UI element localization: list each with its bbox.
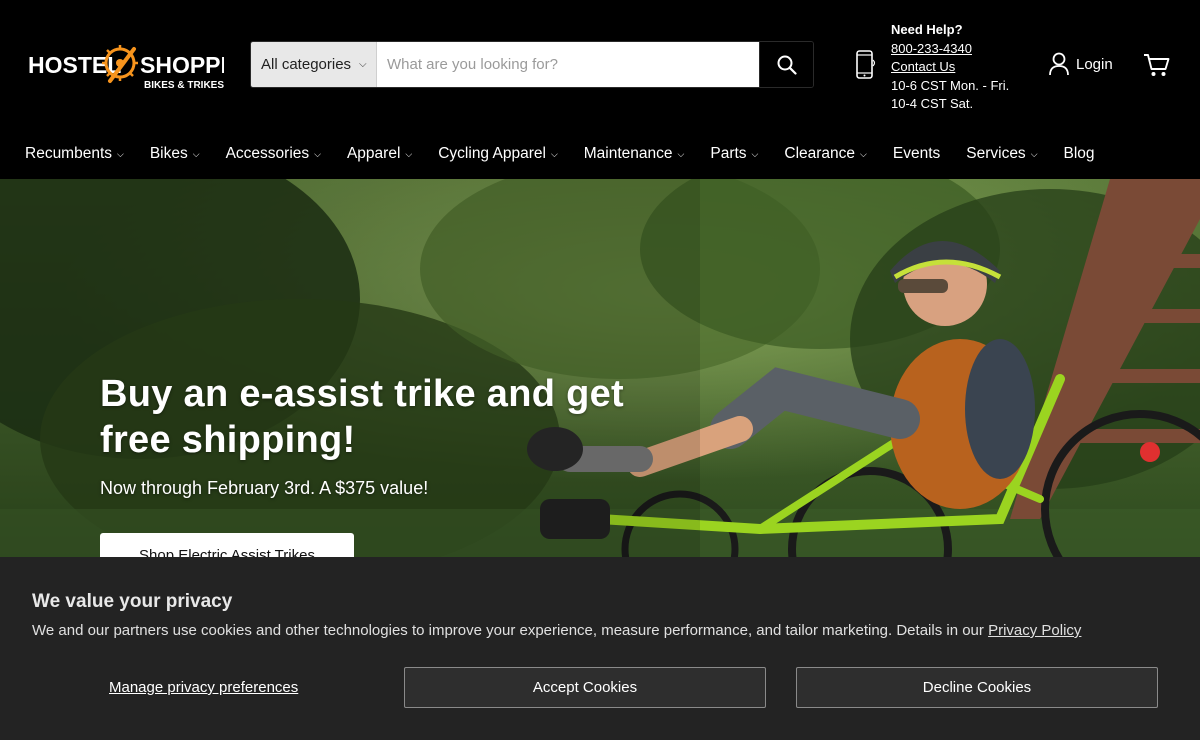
- logo-graphic: HOSTEL SHOPPE BIKES & TRIKES: [28, 45, 224, 91]
- search-button[interactable]: [759, 42, 813, 87]
- site-header: HOSTEL SHOPPE BIKES & TRIKES All categor…: [0, 0, 1200, 128]
- logo-name-right: SHOPPE: [140, 52, 224, 78]
- nav-label: Recumbents: [25, 144, 113, 162]
- nav-item-bikes[interactable]: Bikes ⌵: [150, 145, 200, 163]
- nav-label: Apparel: [346, 144, 401, 162]
- chevron-down-icon: ⌵: [117, 149, 124, 159]
- nav-item-maintenance[interactable]: Maintenance ⌵: [584, 145, 685, 163]
- nav-label: Services: [966, 144, 1026, 162]
- chevron-down-icon: ⌵: [550, 149, 558, 159]
- chevron-down-icon: ⌵: [405, 149, 413, 159]
- hours-weekday: 10-6 CST Mon. - Fri.: [891, 77, 1010, 93]
- accept-cookies-button[interactable]: Accept Cookies: [404, 667, 766, 708]
- nav-item-cycling-apparel[interactable]: Cycling Apparel ⌵: [438, 145, 558, 163]
- main-navigation: Recumbents ⌵ Bikes ⌵ Accessories ⌵ Apparel ⌵…: [0, 128, 1200, 179]
- login-link[interactable]: Login: [1048, 52, 1113, 76]
- nav-label: Parts: [710, 144, 747, 162]
- cookie-consent-banner: We value your privacy We and our partner…: [0, 557, 1200, 740]
- nav-label: Cycling Apparel: [438, 144, 546, 162]
- cart-icon[interactable]: [1143, 52, 1171, 78]
- nav-item-clearance[interactable]: Clearance ⌵: [784, 145, 866, 163]
- search-category-label: All categories: [261, 56, 352, 73]
- privacy-policy-link[interactable]: Privacy Policy: [988, 622, 1081, 639]
- nav-item-accessories[interactable]: Accessories ⌵: [226, 145, 321, 163]
- hero-image: [0, 179, 1200, 557]
- hero-title: Buy an e-assist trike and get free shipp…: [100, 373, 624, 461]
- search-input[interactable]: [377, 42, 759, 87]
- cookie-text-container: We and our partners use cookies and othe…: [32, 622, 1081, 639]
- chevron-down-icon: ⌵: [1030, 149, 1038, 159]
- nav-label: Clearance: [784, 144, 856, 162]
- nav-item-events[interactable]: Events: [893, 145, 940, 163]
- hero-subtitle: Now through February 3rd. A $375 value!: [100, 478, 429, 498]
- search-category-select[interactable]: All categories ⌵: [251, 42, 377, 87]
- chevron-down-icon: ⌵: [677, 149, 685, 159]
- mobile-phone-icon: [856, 50, 876, 79]
- chevron-down-icon: ⌵: [314, 149, 321, 159]
- nav-label: Accessories: [225, 144, 310, 162]
- nav-item-blog[interactable]: Blog: [1064, 145, 1095, 163]
- hero-banner: Buy an e-assist trike and get free shipp…: [0, 179, 1200, 557]
- cookie-text: We and our partners use cookies and othe…: [32, 622, 984, 639]
- nav-label: Blog: [1063, 144, 1095, 162]
- chevron-down-icon: ⌵: [751, 149, 759, 159]
- chevron-down-icon: ⌵: [192, 149, 200, 159]
- search-icon: [777, 55, 797, 75]
- help-heading: Need Help?: [891, 22, 963, 37]
- contact-us-link[interactable]: Contact Us: [891, 59, 955, 74]
- chevron-down-icon: ⌵: [359, 59, 367, 70]
- logo-sprocket-icon: [102, 45, 138, 83]
- logo-tagline: BIKES & TRIKES: [144, 80, 224, 91]
- login-label: Login: [1076, 55, 1113, 73]
- help-info: Need Help? 800-233-4340 Contact Us 10-6 …: [891, 21, 1009, 114]
- cookie-title: We value your privacy: [32, 591, 233, 612]
- nav-item-services[interactable]: Services ⌵: [966, 145, 1037, 163]
- nav-item-apparel[interactable]: Apparel ⌵: [347, 145, 412, 163]
- help-phone-link[interactable]: 800-233-4340: [891, 41, 972, 56]
- shop-electric-assist-trikes-button[interactable]: Shop Electric Assist Trikes: [100, 533, 354, 557]
- nav-label: Maintenance: [583, 144, 673, 162]
- user-icon: [1049, 52, 1069, 76]
- nav-label: Bikes: [149, 144, 188, 162]
- manage-privacy-preferences-link[interactable]: Manage privacy preferences: [109, 679, 298, 696]
- chevron-down-icon: ⌵: [860, 149, 867, 159]
- nav-item-recumbents[interactable]: Recumbents ⌵: [25, 145, 124, 163]
- decline-cookies-button[interactable]: Decline Cookies: [796, 667, 1158, 708]
- main-nav-list: Recumbents ⌵ Bikes ⌵ Accessories ⌵ Apparel ⌵…: [0, 128, 1200, 179]
- nav-item-parts[interactable]: Parts ⌵: [710, 145, 758, 163]
- nav-label: Events: [892, 144, 941, 162]
- brand-logo[interactable]: HOSTEL SHOPPE BIKES & TRIKES: [28, 40, 224, 92]
- hours-saturday: 10-4 CST Sat.: [891, 96, 974, 111]
- search-bar: All categories ⌵: [250, 41, 814, 88]
